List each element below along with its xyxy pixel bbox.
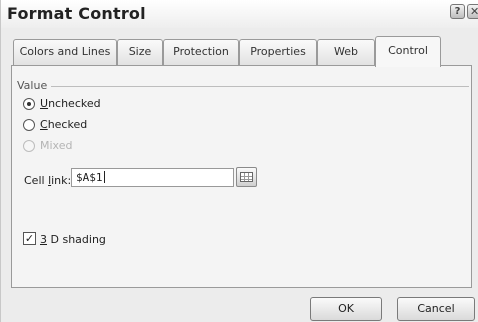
tab-control[interactable]: Control — [375, 36, 441, 67]
radio-button-disabled — [23, 140, 35, 152]
tab-protection[interactable]: Protection — [163, 39, 239, 65]
dialog-title: Format Control — [7, 4, 146, 23]
cell-link-input[interactable]: $A$1 — [71, 168, 234, 187]
radio-button[interactable] — [23, 119, 35, 131]
text-caret — [103, 171, 105, 183]
value-group-divider — [51, 86, 469, 87]
help-icon[interactable]: ? — [450, 4, 465, 19]
range-grid-glyph — [240, 172, 253, 182]
title-bar: Format Control ? ✕ — [1, 0, 478, 28]
radio-mixed-label: Mixed — [40, 139, 73, 152]
tab-properties[interactable]: Properties — [239, 39, 317, 65]
range-select-icon[interactable] — [236, 167, 257, 187]
radio-checked-label: Checked — [40, 118, 88, 131]
radio-button[interactable] — [23, 98, 35, 110]
tab-size[interactable]: Size — [117, 39, 163, 65]
tab-colors-and-lines[interactable]: Colors and Lines — [13, 39, 117, 65]
format-control-dialog: Format Control ? ✕ Colors and Lines Size… — [0, 0, 478, 322]
ok-button[interactable]: OK — [310, 297, 382, 321]
tab-web[interactable]: Web — [317, 39, 375, 65]
close-icon[interactable]: ✕ — [467, 4, 478, 19]
value-group-label: Value — [17, 79, 52, 92]
radio-selected-dot — [27, 102, 31, 106]
cell-link-value: $A$1 — [76, 171, 103, 184]
three-d-shading-checkbox[interactable]: ✓ — [23, 232, 36, 245]
cell-link-label: Cell link: — [24, 174, 72, 187]
tab-strip: Colors and Lines Size Protection Propert… — [1, 36, 478, 67]
radio-unchecked-label: Unchecked — [40, 97, 101, 110]
three-d-shading-label: 3 D shading — [40, 233, 106, 246]
cancel-button[interactable]: Cancel — [397, 297, 475, 321]
